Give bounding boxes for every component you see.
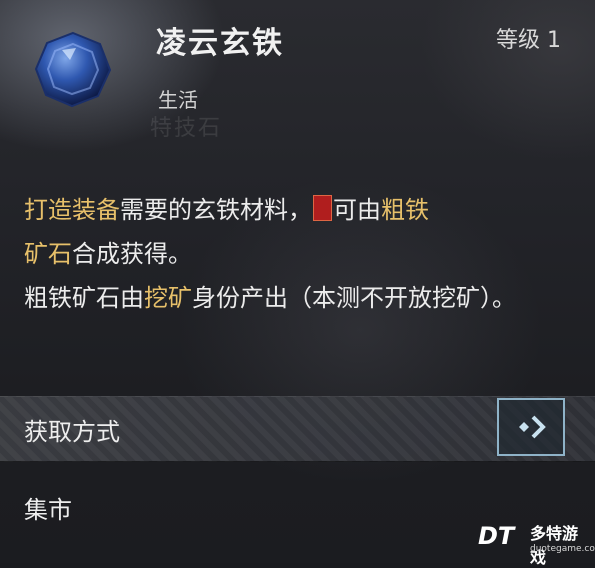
desc-link-ore[interactable]: 矿石 <box>24 240 72 268</box>
desc-text: 合成获得。 <box>72 240 192 268</box>
item-description: 打造装备需要的玄铁材料， 可由粗铁 矿石合成获得。 粗铁矿石由挖矿身份产出（本测不… <box>24 188 579 320</box>
brand-url: duotegame.com <box>530 544 595 554</box>
item-level: 等级 1 <box>496 28 561 53</box>
desc-text: 可由 <box>333 196 381 224</box>
source-market[interactable]: 集市 <box>24 490 72 525</box>
brand-logo: DT <box>478 522 515 550</box>
brand-watermark: DT 多特游戏 duotegame.com <box>478 520 595 567</box>
desc-text: 身份产出（本测不开放挖矿）。 <box>192 284 516 312</box>
gem-icon <box>34 31 112 108</box>
desc-link-mining[interactable]: 挖矿 <box>144 284 192 312</box>
desc-link-coarse-iron[interactable]: 粗铁 <box>381 196 429 224</box>
acquire-label: 获取方式 <box>24 418 120 446</box>
desc-text: 需要的玄铁材料， <box>120 196 312 224</box>
item-name: 凌云玄铁 <box>156 26 284 61</box>
item-category: 生活 <box>158 88 198 112</box>
desc-link-craft-equipment[interactable]: 打造装备 <box>24 196 120 224</box>
desc-text: 粗铁矿石由 <box>24 284 144 312</box>
acquire-expand-button[interactable] <box>497 398 565 456</box>
background-ghost-text: 特技石 <box>150 116 223 141</box>
arrow-right-icon <box>519 415 546 439</box>
badge-icon <box>313 195 332 221</box>
